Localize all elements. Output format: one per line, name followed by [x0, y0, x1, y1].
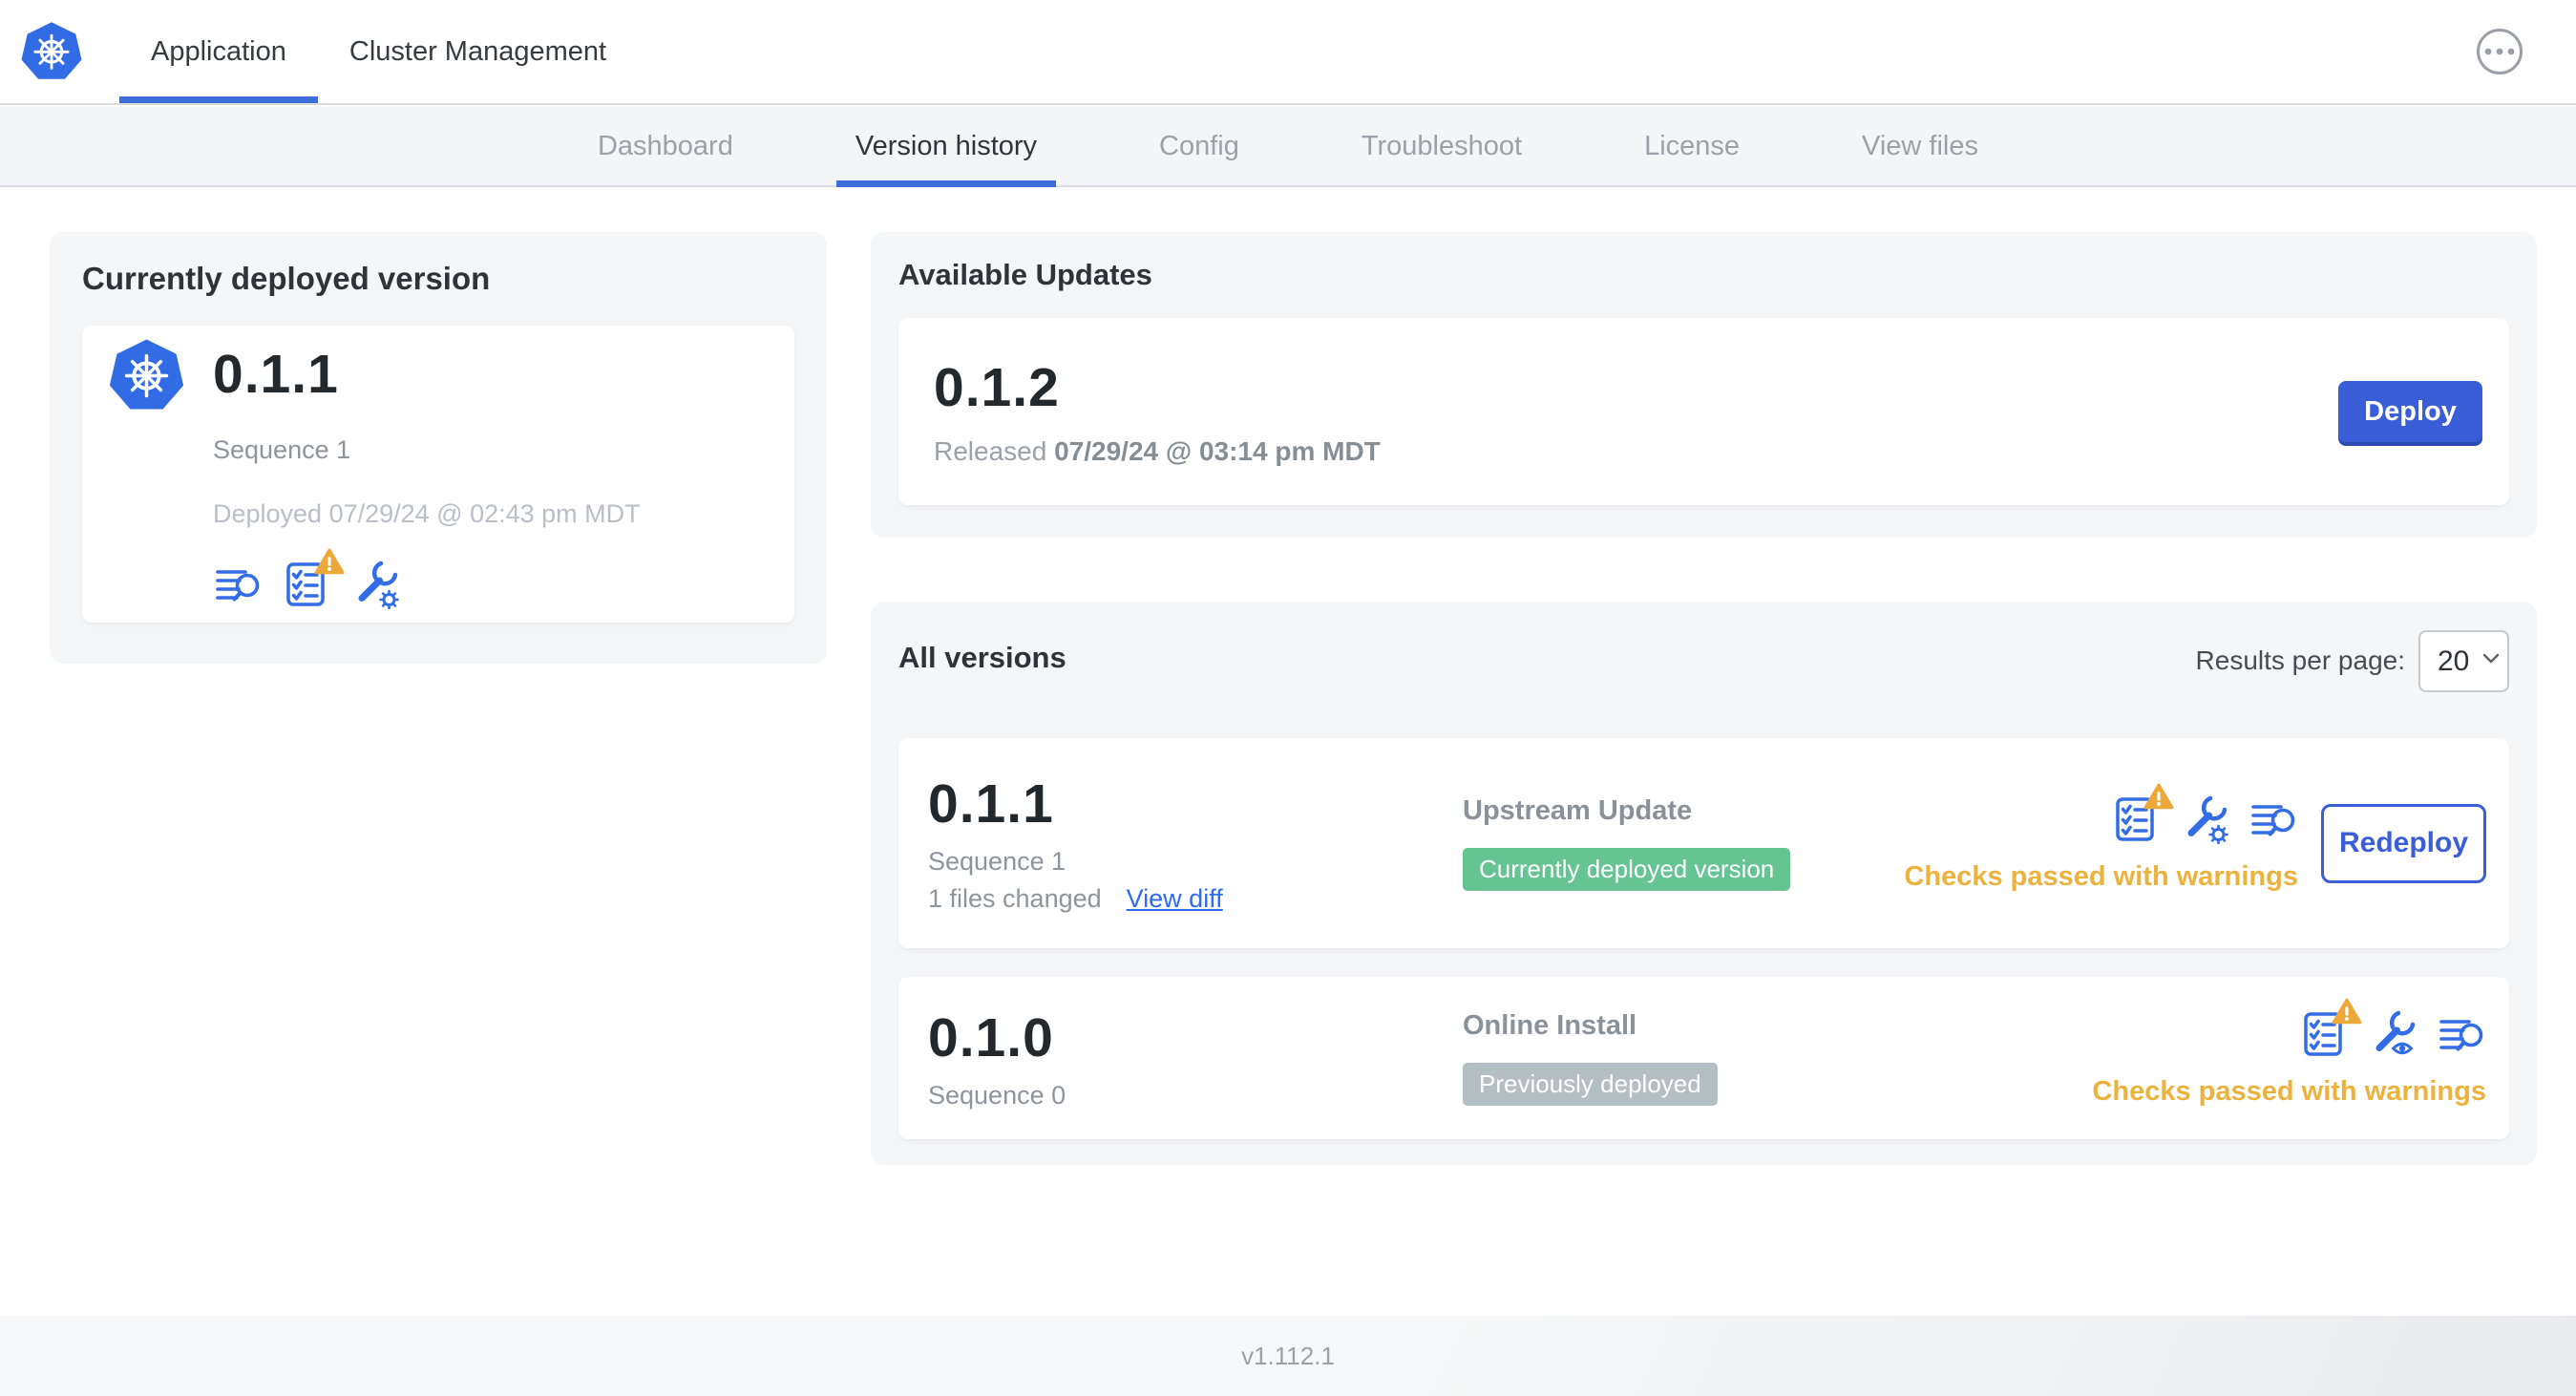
header-tabs: Application Cluster Management — [119, 0, 638, 103]
edit-config-icon[interactable] — [2180, 794, 2229, 844]
kubernetes-logo — [21, 21, 82, 80]
available-update-row: 0.1.2 Released 07/29/24 @ 03:14 pm MDT D… — [898, 318, 2509, 505]
tab-config[interactable]: Config — [1140, 107, 1258, 185]
app-footer: v1.112.1 — [0, 1316, 2576, 1396]
current-version-number: 0.1.1 — [213, 344, 339, 405]
ellipsis-menu-icon[interactable] — [2477, 29, 2523, 74]
preflight-checks-warning-icon[interactable] — [282, 560, 331, 609]
all-versions-card: All versions Results per page: 20 0.1.1 … — [871, 602, 2537, 1165]
currently-deployed-badge: Currently deployed version — [1463, 848, 1791, 891]
page: Application Cluster Management Dashboard… — [0, 0, 2576, 1396]
row-source-label: Upstream Update — [1463, 795, 1693, 826]
files-changed-label: 1 files changed — [928, 884, 1102, 913]
version-row-0-1-1: 0.1.1 Sequence 1 1 files changed View di… — [898, 738, 2509, 948]
tab-troubleshoot[interactable]: Troubleshoot — [1342, 107, 1541, 185]
results-per-page-label: Results per page: — [2195, 645, 2405, 675]
preflight-status-link[interactable]: Checks passed with warnings — [2092, 1076, 2486, 1108]
row-action-icons — [2299, 1009, 2486, 1059]
preflight-checks-warning-icon[interactable] — [2111, 794, 2161, 844]
view-logs-icon[interactable] — [2437, 1009, 2486, 1059]
row-action-icons — [2111, 794, 2298, 844]
row-version-number: 0.1.1 — [928, 773, 1054, 835]
preflight-checks-warning-icon[interactable] — [2299, 1009, 2349, 1059]
currently-deployed-card: Currently deployed version 0.1.1 Sequenc… — [50, 232, 827, 664]
view-logs-icon[interactable] — [2249, 794, 2298, 844]
row-source-label: Online Install — [1463, 1010, 1637, 1041]
previously-deployed-badge: Previously deployed — [1463, 1063, 1718, 1106]
view-diff-link[interactable]: View diff — [1127, 884, 1223, 914]
tab-application[interactable]: Application — [119, 0, 318, 103]
app-header: Application Cluster Management — [0, 0, 2576, 105]
results-per-page-select[interactable]: 20 — [2418, 629, 2509, 692]
all-versions-title: All versions — [898, 641, 1066, 674]
app-subnav: Dashboard Version history Config Trouble… — [0, 107, 2576, 187]
kubernetes-app-icon — [109, 338, 184, 411]
released-prefix: Released — [934, 436, 1047, 466]
update-version-number: 0.1.2 — [934, 357, 1060, 418]
view-config-icon[interactable] — [2368, 1009, 2418, 1059]
currently-deployed-version-panel: 0.1.1 Sequence 1 Deployed 07/29/24 @ 02:… — [82, 326, 794, 623]
released-date: 07/29/24 @ 03:14 pm MDT — [1054, 436, 1381, 466]
current-version-sequence: Sequence 1 — [213, 435, 351, 464]
redeploy-button[interactable]: Redeploy — [2321, 803, 2486, 883]
warning-triangle-icon — [2143, 783, 2174, 811]
current-version-actions — [213, 560, 768, 609]
currently-deployed-title: Currently deployed version — [82, 261, 491, 296]
available-updates-card: Available Updates 0.1.2 Released 07/29/2… — [871, 232, 2537, 538]
tab-view-files[interactable]: View files — [1843, 107, 1997, 185]
warning-triangle-icon — [2332, 998, 2362, 1026]
tab-dashboard[interactable]: Dashboard — [579, 107, 752, 185]
deploy-button[interactable]: Deploy — [2338, 381, 2482, 442]
tab-version-history[interactable]: Version history — [835, 107, 1057, 187]
row-sequence: Sequence 1 — [928, 847, 1066, 876]
preflight-status-link[interactable]: Checks passed with warnings — [1904, 861, 2298, 893]
edit-config-icon[interactable] — [350, 560, 400, 609]
results-per-page: Results per page: 20 — [2195, 629, 2509, 692]
row-sequence: Sequence 0 — [928, 1080, 1066, 1110]
view-logs-icon[interactable] — [213, 560, 263, 609]
tab-cluster-management[interactable]: Cluster Management — [318, 0, 638, 103]
available-updates-title: Available Updates — [898, 258, 1152, 291]
current-version-deployed-date: Deployed 07/29/24 @ 02:43 pm MDT — [213, 499, 641, 528]
update-released-date: Released 07/29/24 @ 03:14 pm MDT — [934, 436, 1381, 467]
row-version-number: 0.1.0 — [928, 1006, 1054, 1068]
console-version: v1.112.1 — [1241, 1341, 1335, 1370]
tab-license[interactable]: License — [1625, 107, 1759, 185]
version-row-0-1-0: 0.1.0 Sequence 0 Online Install Previous… — [898, 977, 2509, 1139]
warning-triangle-icon — [314, 548, 345, 576]
